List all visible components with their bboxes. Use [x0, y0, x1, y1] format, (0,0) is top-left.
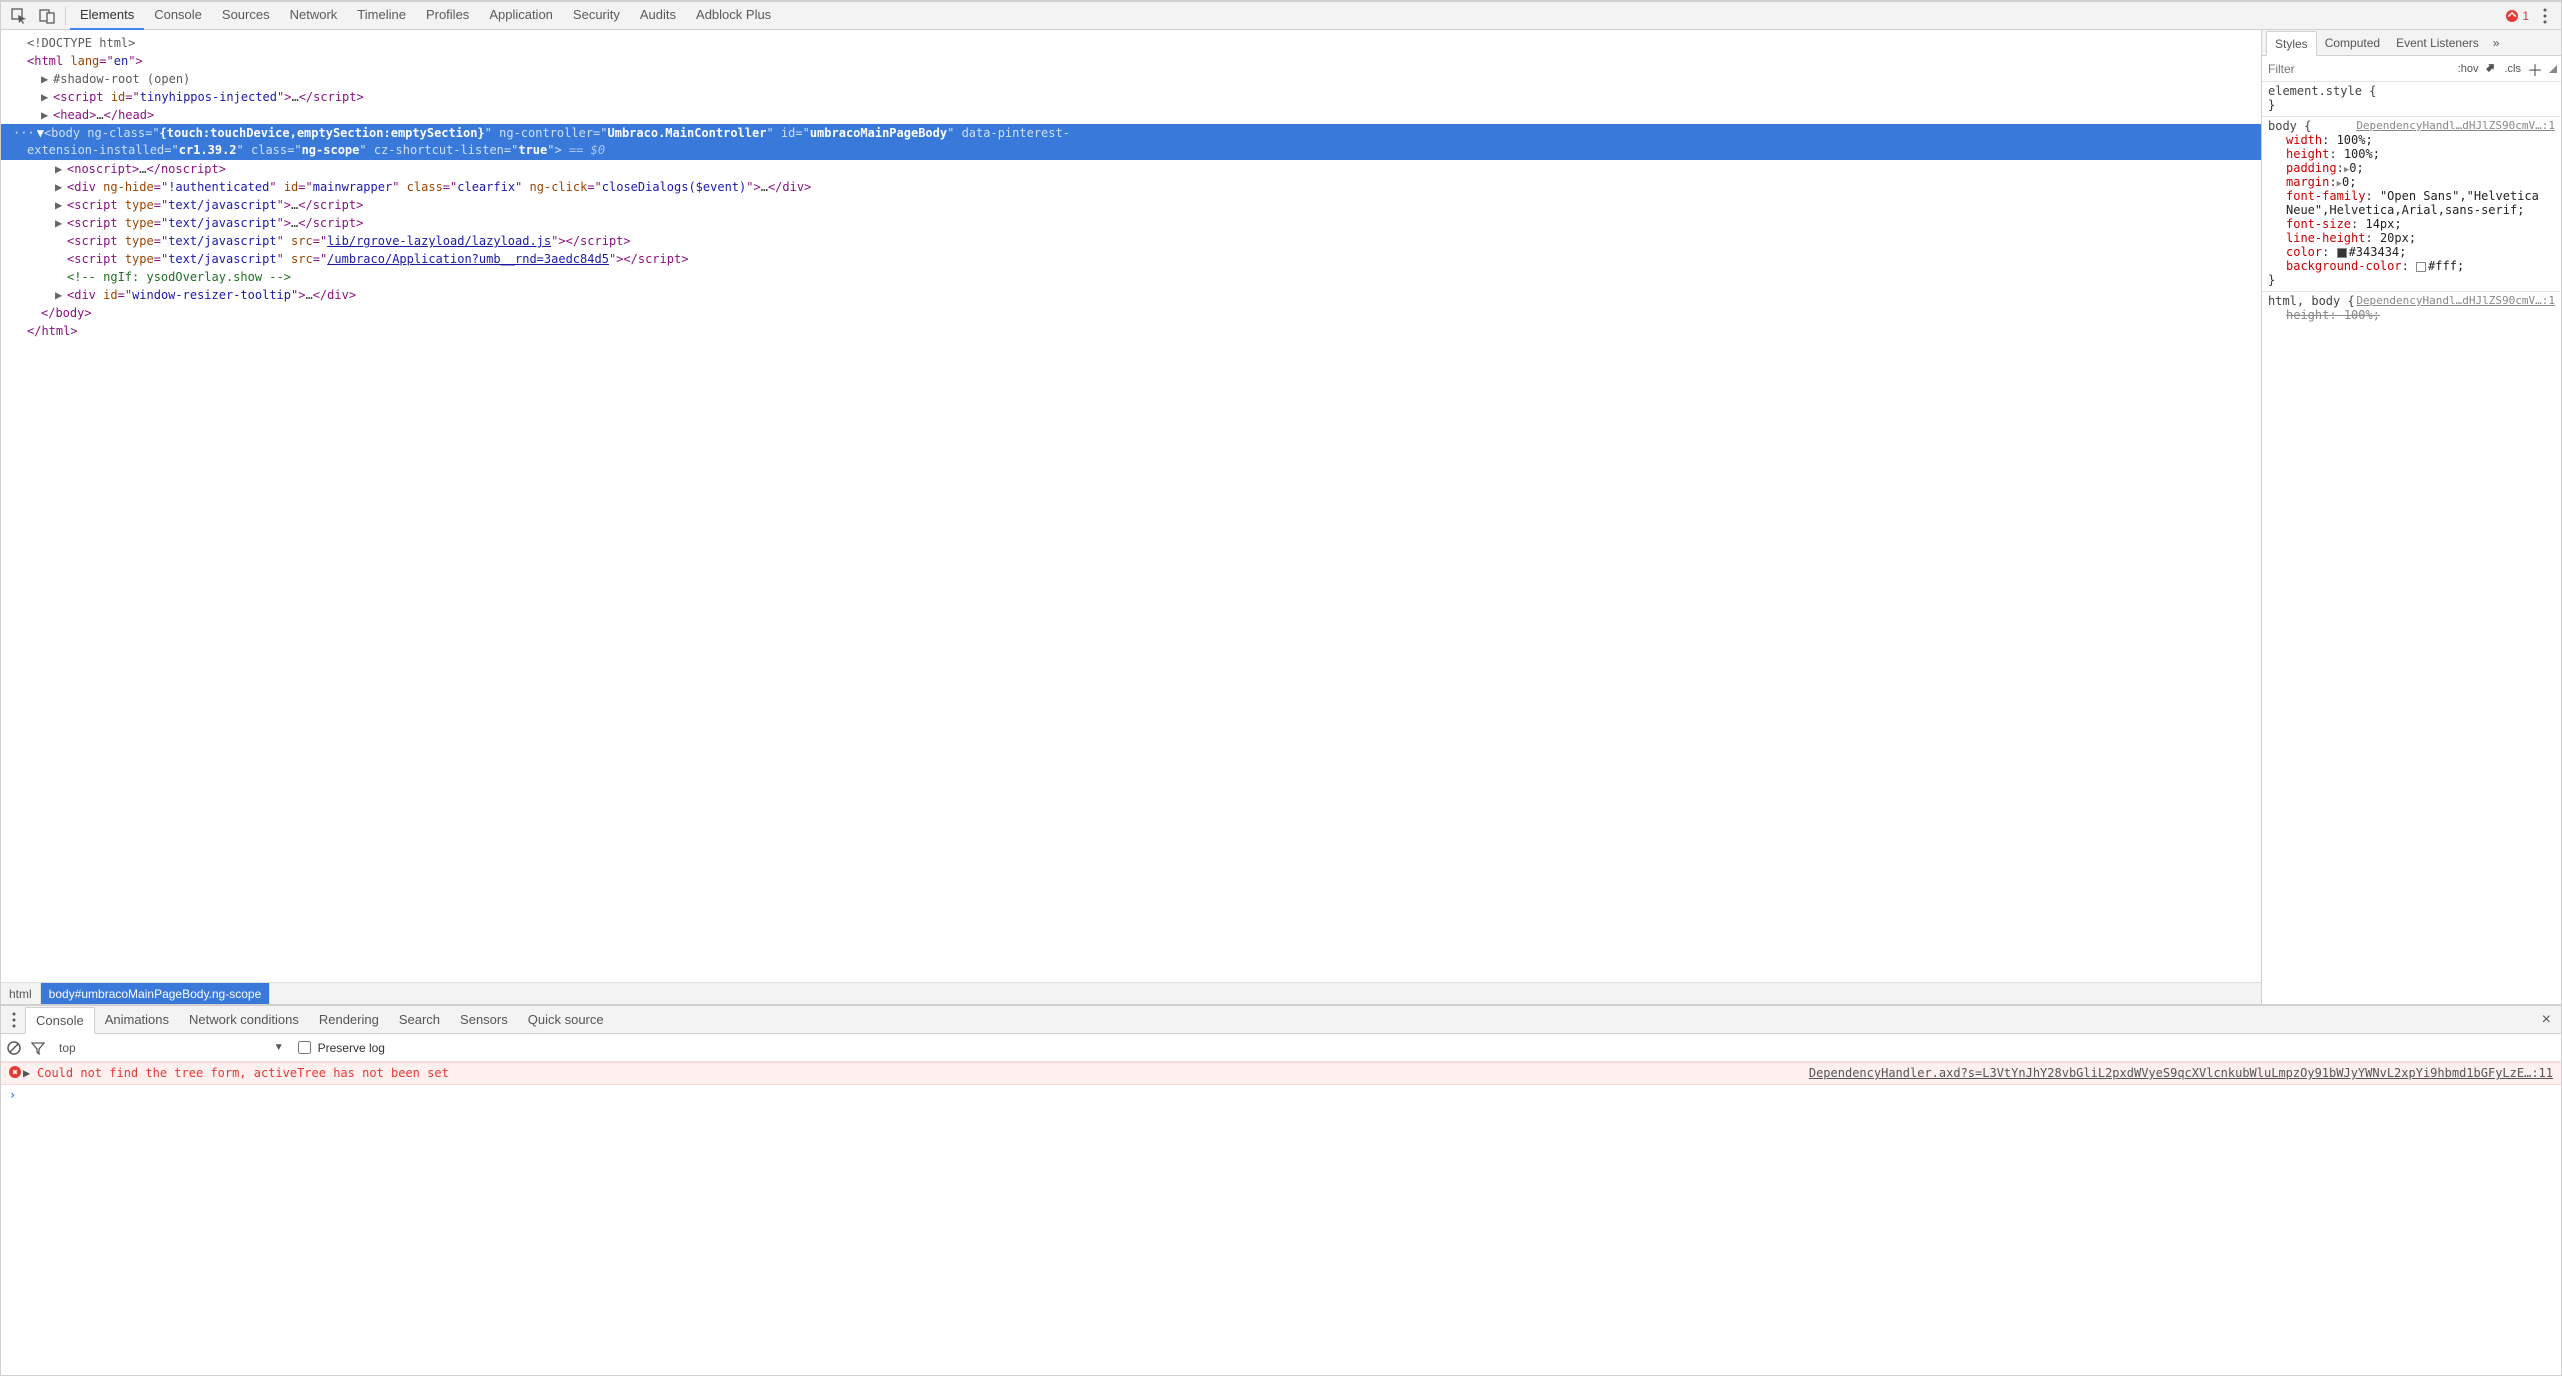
noscript-node[interactable]: ▶<noscript>…</noscript>	[13, 160, 2261, 178]
drawer-tab-network-conditions[interactable]: Network conditions	[179, 1006, 309, 1033]
console-toolbar: top ▼ Preserve log	[1, 1034, 2561, 1062]
script-node[interactable]: ▶<script type="text/javascript">…</scrip…	[13, 196, 2261, 214]
tab-console[interactable]: Console	[144, 2, 212, 30]
dropdown-caret-icon[interactable]: ▼	[274, 1042, 284, 1053]
tab-sources[interactable]: Sources	[212, 2, 280, 30]
tab-security[interactable]: Security	[563, 2, 630, 30]
context-selector[interactable]: top	[55, 1039, 84, 1057]
styles-filter-input[interactable]	[2266, 61, 2452, 77]
html-close-node[interactable]: </html>	[13, 322, 2261, 340]
tab-application[interactable]: Application	[479, 2, 563, 30]
drawer-tab-quick-source[interactable]: Quick source	[518, 1006, 614, 1033]
dom-tree[interactable]: <!DOCTYPE html> <html lang="en"> ▶#shado…	[1, 30, 2261, 982]
tab-audits[interactable]: Audits	[630, 2, 686, 30]
expand-icon[interactable]: ▶	[41, 88, 51, 106]
prompt-caret-icon: ›	[9, 1088, 16, 1102]
more-tabs-icon[interactable]: »	[2487, 30, 2506, 55]
console-error-row[interactable]: ▶ Could not find the tree form, activeTr…	[1, 1062, 2561, 1085]
resize-corner-icon[interactable]	[2549, 65, 2557, 73]
filter-icon[interactable]	[31, 1041, 45, 1055]
color-swatch-icon[interactable]	[2337, 248, 2347, 258]
script-node[interactable]: ▶<script type="text/javascript">…</scrip…	[13, 214, 2261, 232]
cls-toggle[interactable]: .cls	[2504, 63, 2521, 75]
styles-filter-row: :hov .cls ＋	[2262, 56, 2561, 82]
head-node[interactable]: ▶<head>…</head>	[13, 106, 2261, 124]
tab-timeline[interactable]: Timeline	[347, 2, 416, 30]
script-node[interactable]: ▶<script id="tinyhippos-injected">…</scr…	[13, 88, 2261, 106]
rule-source-link[interactable]: DependencyHandl…dHJlZS90cmV…:1	[2356, 119, 2555, 132]
script-lazyload-node[interactable]: ▶<script type="text/javascript" src="lib…	[13, 232, 2261, 250]
close-drawer-icon[interactable]: ×	[2534, 1011, 2559, 1029]
rule-element-style[interactable]: element.style { }	[2262, 82, 2561, 117]
error-icon	[9, 1066, 23, 1081]
drawer-tab-search[interactable]: Search	[389, 1006, 450, 1033]
console-body[interactable]: ▶ Could not find the tree form, activeTr…	[1, 1062, 2561, 1375]
new-rule-icon[interactable]: ＋	[2527, 57, 2543, 81]
separator	[65, 7, 66, 25]
console-source-link[interactable]: DependencyHandler.axd?s=L3VtYnJhY28vbGli…	[1809, 1066, 2553, 1080]
div-tooltip-node[interactable]: ▶<div id="window-resizer-tooltip">…</div…	[13, 286, 2261, 304]
collapse-icon[interactable]: ▼	[37, 126, 44, 140]
pin-icon[interactable]	[2484, 60, 2498, 77]
expand-icon[interactable]: ▶	[41, 70, 51, 88]
styles-tab-event-listeners[interactable]: Event Listeners	[2388, 30, 2487, 55]
drawer-tab-rendering[interactable]: Rendering	[309, 1006, 389, 1033]
tab-network[interactable]: Network	[280, 2, 348, 30]
expand-icon[interactable]: ▶	[41, 106, 51, 124]
console-prompt[interactable]: ›	[1, 1085, 2561, 1105]
console-message: Could not find the tree form, activeTree…	[37, 1066, 1809, 1080]
breadcrumb: html body#umbracoMainPageBody.ng-scope	[1, 982, 2261, 1004]
styles-tabs: Styles Computed Event Listeners »	[2262, 30, 2561, 56]
inspect-element-icon[interactable]	[5, 2, 33, 30]
breadcrumb-item[interactable]: body#umbracoMainPageBody.ng-scope	[41, 983, 271, 1004]
body-close-node[interactable]: </body>	[13, 304, 2261, 322]
styles-panel: Styles Computed Event Listeners » :hov .…	[2261, 30, 2561, 1004]
doctype-node[interactable]: <!DOCTYPE html>	[27, 36, 135, 50]
drawer-tab-sensors[interactable]: Sensors	[450, 1006, 518, 1033]
expand-icon[interactable]: ▶	[55, 214, 65, 232]
style-rules[interactable]: element.style { } body {DependencyHandl……	[2262, 82, 2561, 1004]
rule-html-body[interactable]: html, body {DependencyHandl…dHJlZS90cmV……	[2262, 292, 2561, 326]
styles-tab-styles[interactable]: Styles	[2266, 31, 2317, 56]
div-mainwrapper-node[interactable]: ▶<div ng-hide="!authenticated" id="mainw…	[13, 178, 2261, 196]
expand-icon[interactable]: ▶	[55, 160, 65, 178]
breadcrumb-item[interactable]: html	[1, 983, 41, 1004]
console-drawer: Console Animations Network conditions Re…	[1, 1005, 2561, 1375]
elements-panel: <!DOCTYPE html> <html lang="en"> ▶#shado…	[1, 30, 2261, 1004]
shadow-root-node[interactable]: ▶#shadow-root (open)	[13, 70, 2261, 88]
html-node[interactable]: <html lang="en">	[13, 52, 2261, 70]
drawer-tab-animations[interactable]: Animations	[95, 1006, 179, 1033]
hov-toggle[interactable]: :hov	[2458, 63, 2479, 75]
script-application-node[interactable]: ▶<script type="text/javascript" src="/um…	[13, 250, 2261, 268]
tab-adblock-plus[interactable]: Adblock Plus	[686, 2, 781, 30]
error-count-badge[interactable]: 1	[2506, 9, 2529, 23]
expand-icon[interactable]: ▶	[55, 196, 65, 214]
clear-console-icon[interactable]	[7, 1041, 21, 1055]
kebab-menu-icon[interactable]	[2533, 8, 2557, 24]
tab-elements[interactable]: Elements	[70, 2, 144, 30]
styles-tab-computed[interactable]: Computed	[2317, 30, 2388, 55]
device-toolbar-icon[interactable]	[33, 2, 61, 30]
devtools-toolbar: Elements Console Sources Network Timelin…	[1, 2, 2561, 30]
drawer-tab-console[interactable]: Console	[25, 1007, 95, 1034]
error-count: 1	[2522, 9, 2529, 23]
body-node-selected[interactable]: ···▼<body ng-class="{touch:touchDevice,e…	[1, 124, 2261, 160]
color-swatch-icon[interactable]	[2416, 262, 2426, 272]
drawer-tabs: Console Animations Network conditions Re…	[1, 1006, 2561, 1034]
rule-source-link[interactable]: DependencyHandl…dHJlZS90cmV…:1	[2356, 294, 2555, 307]
expand-icon[interactable]: ▶	[23, 1066, 37, 1080]
comment-node[interactable]: ▶<!-- ngIf: ysodOverlay.show -->	[13, 268, 2261, 286]
expand-icon[interactable]: ▶	[55, 286, 65, 304]
preserve-log-checkbox[interactable]: Preserve log	[294, 1038, 385, 1057]
drawer-kebab-icon[interactable]	[3, 1012, 25, 1028]
rule-body[interactable]: body {DependencyHandl…dHJlZS90cmV…:1 wid…	[2262, 117, 2561, 292]
expand-icon[interactable]: ▶	[55, 178, 65, 196]
main-tabs: Elements Console Sources Network Timelin…	[70, 2, 781, 30]
tab-profiles[interactable]: Profiles	[416, 2, 479, 30]
